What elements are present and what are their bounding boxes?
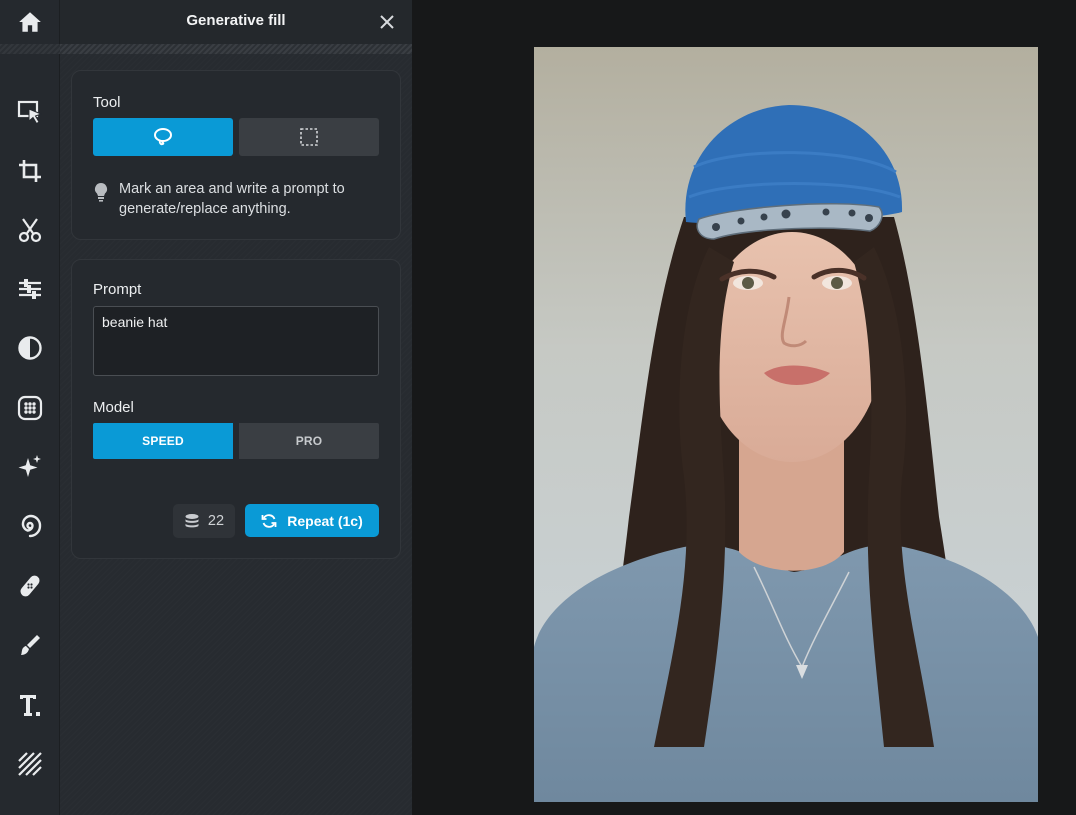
tool-card: Tool Mark an area and write a prompt to … — [71, 70, 401, 240]
panel-title: Generative fill — [186, 12, 286, 29]
cut-icon — [18, 218, 42, 243]
rectangle-select-icon — [300, 128, 318, 146]
crop-tool-button[interactable] — [0, 149, 60, 193]
credits-count: 22 — [207, 513, 225, 529]
model-pro-label: PRO — [295, 434, 323, 448]
tool-hint: Mark an area and write a prompt to gener… — [119, 181, 345, 217]
portrait-illustration — [534, 47, 1038, 802]
brush-icon — [21, 635, 40, 655]
cut-tool-button[interactable] — [0, 208, 60, 252]
tool-label: Tool — [93, 94, 121, 111]
select-icon — [17, 100, 43, 125]
rail-divider — [0, 44, 60, 54]
brush-tool-button[interactable] — [0, 623, 60, 667]
coins-icon — [185, 514, 199, 528]
model-speed-option[interactable]: SPEED — [93, 423, 233, 459]
home-button[interactable] — [0, 0, 60, 44]
repeat-button[interactable]: Repeat (1c) — [245, 504, 379, 537]
bandage-icon — [20, 575, 40, 597]
prompt-card: Prompt beanie hat Model SPEED PRO 22 Rep — [71, 259, 401, 559]
swirl-tool-button[interactable] — [0, 504, 60, 548]
close-icon — [380, 15, 394, 29]
refresh-icon — [261, 513, 277, 528]
text-icon — [20, 695, 40, 716]
sparkle-icon — [18, 455, 41, 477]
panel-header-divider — [60, 44, 412, 54]
prompt-textarea[interactable]: beanie hat — [93, 306, 379, 376]
effects-icon — [17, 395, 43, 421]
texture-icon — [18, 752, 42, 776]
select-tool-button[interactable] — [0, 90, 60, 134]
heal-tool-button[interactable] — [0, 564, 60, 608]
close-button[interactable] — [376, 11, 398, 33]
contrast-icon — [18, 336, 42, 360]
edited-photo[interactable] — [534, 47, 1038, 802]
lightbulb-icon — [94, 182, 108, 202]
swirl-icon — [21, 514, 42, 538]
credits-badge: 22 — [173, 504, 235, 538]
adjust-tool-button[interactable] — [0, 267, 60, 311]
generative-fill-panel: Generative fill Tool Mark an area and wr… — [60, 0, 412, 815]
text-tool-button[interactable] — [0, 683, 60, 727]
canvas-area[interactable] — [412, 0, 1076, 815]
model-pro-option[interactable]: PRO — [239, 423, 379, 459]
adjust-icon — [19, 279, 41, 299]
texture-tool-button[interactable] — [0, 742, 60, 786]
rectangle-tool-option[interactable] — [239, 118, 379, 156]
repeat-label: Repeat (1c) — [287, 512, 363, 529]
contrast-tool-button[interactable] — [0, 326, 60, 370]
crop-icon — [19, 160, 41, 182]
effects-tool-button[interactable] — [0, 386, 60, 430]
lasso-icon — [154, 128, 172, 146]
model-label: Model — [93, 399, 134, 416]
lasso-tool-option[interactable] — [93, 118, 233, 156]
ai-tool-button[interactable] — [0, 445, 60, 489]
prompt-label: Prompt — [93, 281, 142, 298]
home-icon — [19, 12, 41, 32]
tool-rail — [0, 0, 60, 815]
model-speed-label: SPEED — [142, 434, 184, 448]
